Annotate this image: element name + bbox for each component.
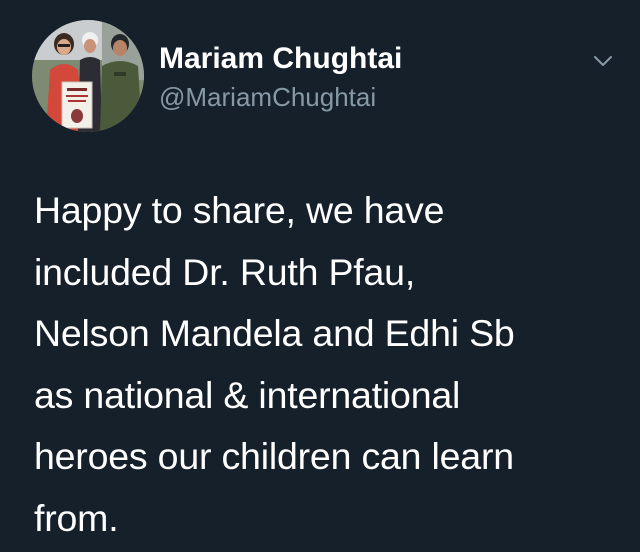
chevron-down-icon[interactable] xyxy=(592,54,614,68)
tweet-card: Mariam Chughtai @MariamChughtai Happy to… xyxy=(0,0,640,552)
chevron-down-glyph xyxy=(594,56,612,66)
tweet-header: Mariam Chughtai @MariamChughtai xyxy=(32,20,622,138)
avatar-image xyxy=(32,20,144,132)
tweet-text: Happy to share, we have included Dr. Rut… xyxy=(34,189,515,539)
author-names: Mariam Chughtai @MariamChughtai xyxy=(159,40,402,114)
author-display-name[interactable]: Mariam Chughtai xyxy=(159,40,402,78)
profile-photo-avatar[interactable] xyxy=(32,20,144,132)
author-handle[interactable]: @MariamChughtai xyxy=(159,80,402,114)
